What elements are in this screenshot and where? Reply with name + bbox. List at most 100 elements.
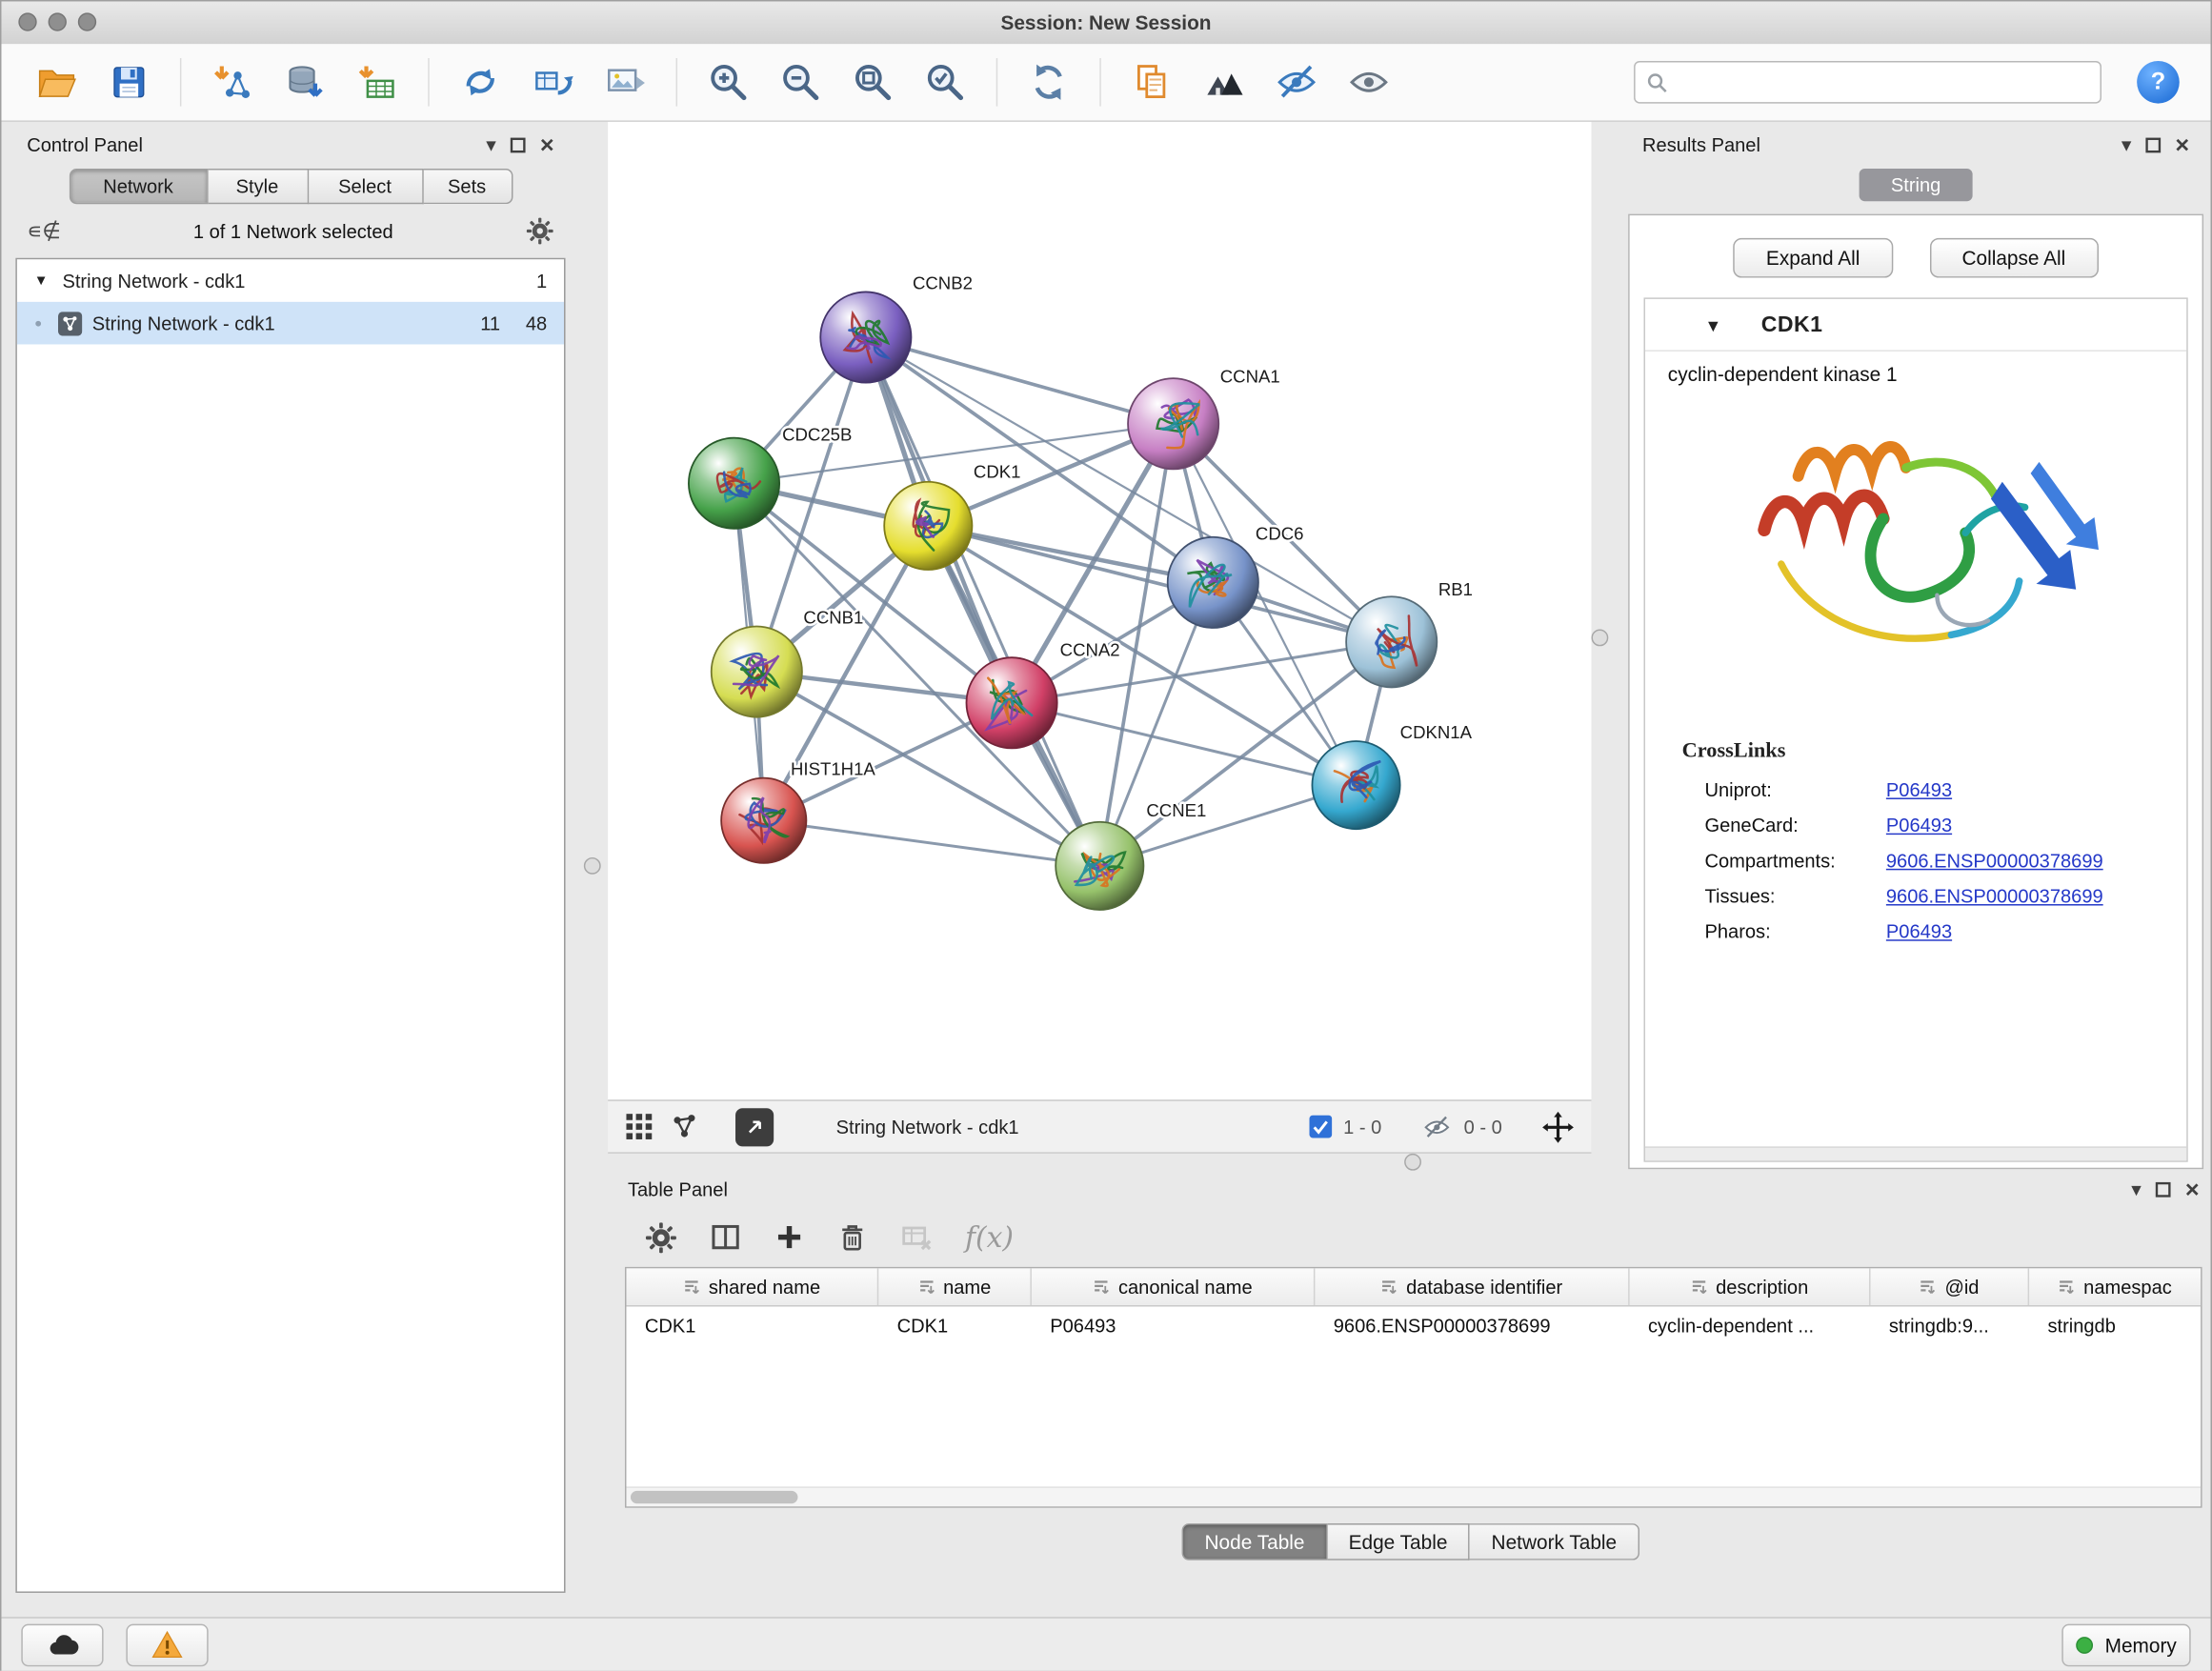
new-network-button[interactable] — [451, 52, 510, 111]
expand-all-button[interactable]: Expand All — [1734, 238, 1893, 278]
collapse-arrow-icon[interactable]: ▼ — [34, 272, 52, 288]
crosslink-link-genecard[interactable]: P06493 — [1886, 815, 1952, 836]
window-minimize-button[interactable] — [49, 12, 67, 30]
node-label: CCNA1 — [1220, 367, 1280, 387]
network-collection-row[interactable]: ▼ String Network - cdk1 1 — [17, 259, 564, 302]
splitter-handle[interactable] — [584, 857, 601, 875]
panel-close-icon[interactable]: × — [2175, 132, 2189, 156]
results-scrollbar[interactable] — [1645, 1146, 2186, 1160]
network-graph: CCNB2CCNB2CCNA1CCNA1CDC25BCDC25BCDK1CDK1… — [608, 122, 1591, 1099]
help-button[interactable]: ? — [2137, 61, 2180, 104]
splitter-handle[interactable] — [1404, 1154, 1421, 1171]
panel-float-icon[interactable] — [2156, 1181, 2171, 1197]
network-node-CCNB1[interactable]: CCNB1CCNB1 — [712, 608, 864, 717]
import-network-from-database-button[interactable] — [275, 52, 334, 111]
panel-menu-icon[interactable]: ▾ — [2122, 134, 2131, 154]
refresh-button[interactable] — [1019, 52, 1078, 111]
column-header-description[interactable]: description — [1630, 1268, 1871, 1305]
window-close-button[interactable] — [18, 12, 36, 30]
open-in-browser-button[interactable] — [735, 1107, 774, 1145]
tab-node-table[interactable]: Node Table — [1182, 1523, 1328, 1560]
panel-close-icon[interactable]: × — [540, 132, 554, 156]
grid-view-icon[interactable] — [625, 1113, 654, 1141]
panel-float-icon[interactable] — [511, 137, 526, 152]
birdseye-view-button[interactable] — [1195, 52, 1254, 111]
zoom-fit-button[interactable] — [843, 52, 902, 111]
function-builder-button[interactable]: f(x) — [965, 1220, 1014, 1255]
column-header-namespac[interactable]: namespac — [2029, 1268, 2201, 1305]
add-column-icon[interactable] — [774, 1221, 805, 1253]
table-options-gear-icon[interactable] — [645, 1220, 677, 1253]
import-network-icon — [211, 61, 254, 104]
zoom-out-button[interactable] — [771, 52, 830, 111]
column-header-id[interactable]: @id — [1871, 1268, 2030, 1305]
search-input[interactable] — [1677, 70, 2089, 94]
crosslink-link-tissues[interactable]: 9606.ENSP00000378699 — [1886, 886, 2103, 907]
delete-column-trash-icon[interactable] — [836, 1220, 869, 1253]
network-node-RB1[interactable]: RB1RB1 — [1346, 579, 1473, 688]
network-view-icon[interactable] — [671, 1113, 699, 1141]
column-header-database-identifier[interactable]: database identifier — [1315, 1268, 1629, 1305]
network-node-HIST1H1A[interactable]: HIST1H1AHIST1H1A — [721, 759, 875, 863]
control-panel-tab-style[interactable]: Style — [208, 169, 309, 204]
network-tree: ▼ String Network - cdk1 1 ● String Netwo… — [15, 258, 565, 1593]
export-image-button[interactable] — [595, 52, 654, 111]
show-columns-icon[interactable] — [709, 1220, 743, 1255]
network-row-selected[interactable]: ● String Network - cdk1 11 48 — [17, 302, 564, 345]
panel-menu-icon[interactable]: ▾ — [2131, 1179, 2141, 1199]
results-panel-title: Results Panel — [1642, 134, 1760, 155]
network-edge[interactable] — [866, 337, 1174, 424]
hide-panels-button[interactable] — [1267, 52, 1326, 111]
zoom-selected-button[interactable] — [915, 52, 975, 111]
memory-button[interactable]: Memory — [2062, 1623, 2191, 1666]
splitter-handle[interactable] — [1591, 629, 1608, 646]
network-node-CDK1[interactable]: CDK1CDK1 — [884, 461, 1020, 570]
network-node-CCNA1[interactable]: CCNA1CCNA1 — [1128, 367, 1280, 470]
cloud-status-button[interactable] — [21, 1623, 103, 1666]
selected-nodes-checkbox-icon[interactable] — [1309, 1116, 1332, 1138]
clone-network-button[interactable] — [1122, 52, 1181, 111]
crosslink-link-compartments[interactable]: 9606.ENSP00000378699 — [1886, 851, 2103, 872]
network-edge[interactable] — [866, 337, 1099, 866]
network-node-CCNB2[interactable]: CCNB2CCNB2 — [820, 272, 973, 382]
pan-crosshair-icon[interactable] — [1541, 1110, 1574, 1142]
control-panel-tab-network[interactable]: Network — [69, 169, 208, 204]
table-horizontal-scrollbar[interactable] — [626, 1486, 2201, 1506]
panel-close-icon[interactable]: × — [2185, 1177, 2200, 1200]
hidden-eye-slash-icon[interactable] — [1421, 1115, 1453, 1138]
warning-icon — [151, 1630, 185, 1660]
show-panels-button[interactable] — [1339, 52, 1398, 111]
network-canvas[interactable]: CCNB2CCNB2CCNA1CCNA1CDC25BCDC25BCDK1CDK1… — [608, 122, 1591, 1099]
tab-edge-table[interactable]: Edge Table — [1327, 1523, 1470, 1560]
save-session-button[interactable] — [99, 52, 158, 111]
warnings-button[interactable] — [126, 1623, 208, 1666]
network-edge[interactable] — [1012, 703, 1356, 785]
network-edge[interactable] — [764, 820, 1100, 866]
results-tab-string[interactable]: String — [1860, 169, 1972, 201]
import-table-disabled-icon — [900, 1220, 935, 1255]
control-panel-tab-select[interactable]: Select — [309, 169, 423, 204]
window-zoom-button[interactable] — [78, 12, 96, 30]
crosslink-link-pharos[interactable]: P06493 — [1886, 921, 1952, 942]
control-panel-tab-sets[interactable]: Sets — [423, 169, 513, 204]
column-header-shared-name[interactable]: shared name — [626, 1268, 878, 1305]
crosslink-link-uniprot[interactable]: P06493 — [1886, 779, 1952, 800]
import-table-from-file-button[interactable] — [347, 52, 406, 111]
import-network-from-file-button[interactable] — [203, 52, 262, 111]
table-row[interactable]: CDK1CDK1P064939606.ENSP00000378699cyclin… — [626, 1306, 2201, 1344]
network-options-gear-icon[interactable] — [526, 217, 554, 246]
column-header-name[interactable]: name — [878, 1268, 1032, 1305]
network-node-CDKN1A[interactable]: CDKN1ACDKN1A — [1312, 722, 1472, 829]
column-header-canonical-name[interactable]: canonical name — [1032, 1268, 1316, 1305]
open-session-button[interactable] — [27, 52, 86, 111]
collapse-all-button[interactable]: Collapse All — [1929, 238, 2098, 278]
new-network-from-table-button[interactable] — [523, 52, 582, 111]
expand-collapse-tree-icons[interactable]: ∊∉ — [27, 218, 60, 244]
collapse-section-icon[interactable]: ▼ — [1704, 316, 1721, 336]
network-node-CDC6[interactable]: CDC6CDC6 — [1168, 524, 1304, 628]
tab-network-table[interactable]: Network Table — [1470, 1523, 1639, 1560]
scrollbar-thumb[interactable] — [631, 1491, 798, 1503]
panel-menu-icon[interactable]: ▾ — [486, 134, 495, 154]
panel-float-icon[interactable] — [2145, 137, 2161, 152]
zoom-in-button[interactable] — [698, 52, 757, 111]
